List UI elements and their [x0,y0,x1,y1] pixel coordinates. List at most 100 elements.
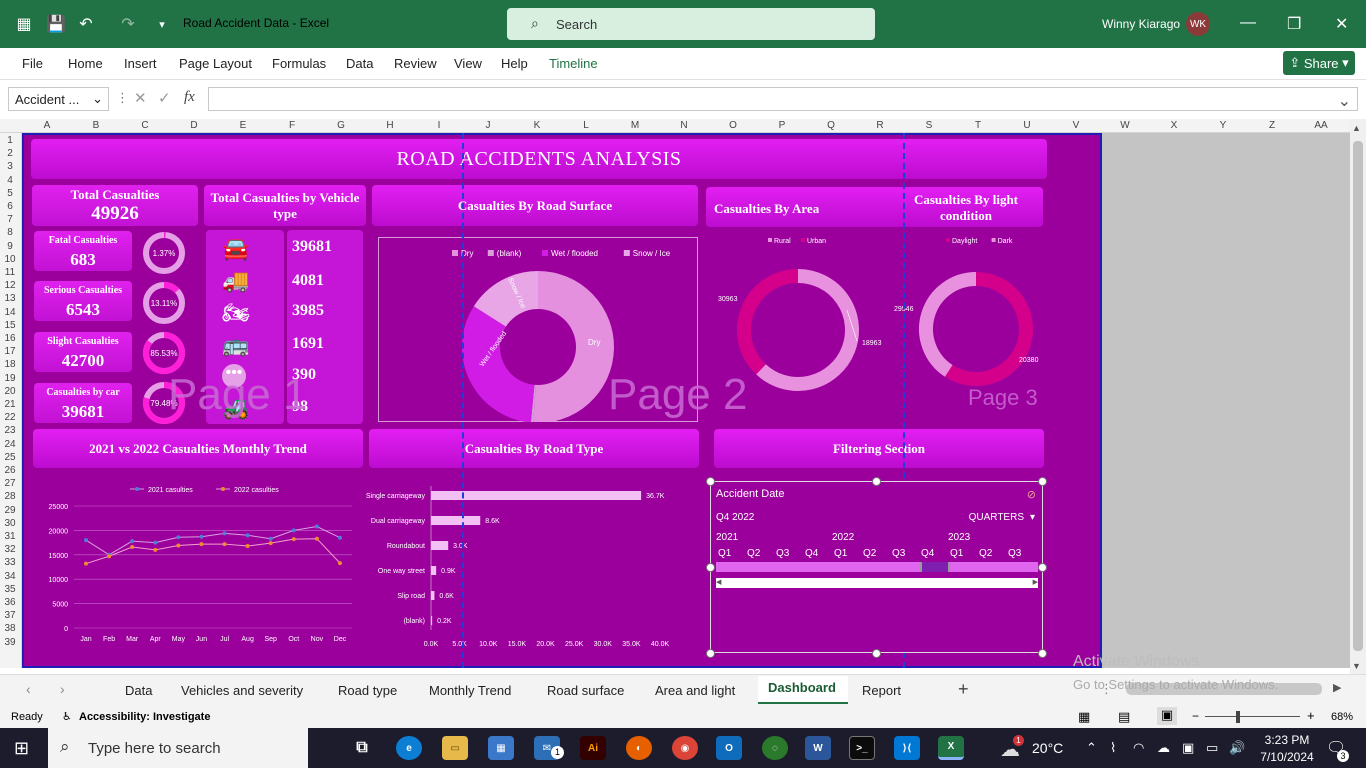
tab-timeline[interactable]: Timeline [549,56,598,71]
tab-home[interactable]: Home [68,56,103,71]
row-header[interactable]: 12 [0,280,20,291]
tab-file[interactable]: File [22,56,43,71]
resize-handle[interactable] [706,649,715,658]
column-header[interactable]: C [141,120,148,131]
tab-data[interactable]: Data [346,56,373,71]
sheet-tab-monthly[interactable]: Monthly Trend [429,683,511,698]
row-header[interactable]: 15 [0,320,20,331]
slicer-quarter-label[interactable]: Q1 [950,548,963,559]
tab-formulas[interactable]: Formulas [272,56,326,71]
column-header[interactable]: D [190,120,197,131]
sheet-tab-report[interactable]: Report [862,683,901,698]
clock-date[interactable]: 7/10/2024 [1256,750,1318,764]
row-header[interactable]: 32 [0,544,20,555]
zoom-out-icon[interactable]: − [1192,709,1199,723]
redo-icon[interactable]: ↷ [116,12,140,36]
weather-temp[interactable]: 20°C [1032,740,1063,756]
column-header[interactable]: G [337,120,345,131]
row-header[interactable]: 37 [0,610,20,621]
row-header[interactable]: 6 [0,201,20,212]
row-header[interactable]: 8 [0,227,20,238]
scroll-left-icon[interactable]: ◀ [716,578,721,586]
restore-icon[interactable]: ❐ [1287,14,1301,34]
battery-icon[interactable]: ▭ [1206,740,1218,756]
column-header[interactable]: K [534,120,541,131]
slicer-quarter-label[interactable]: Q3 [1008,548,1021,559]
search-box[interactable]: ⌕ Search [507,8,875,40]
slicer-selected-period[interactable] [920,562,950,572]
slicer-scrollbar[interactable]: ◀ ▶ [716,578,1038,588]
slicer-timeline-bar[interactable] [716,562,1038,572]
row-header[interactable]: 23 [0,425,20,436]
expand-icon[interactable]: ⌄ [1338,91,1351,111]
slicer-quarter-label[interactable]: Q2 [747,548,760,559]
chrome-icon[interactable]: ◉ [672,736,698,760]
accessibility-status[interactable]: Accessibility: Investigate [79,711,210,723]
file-explorer-icon[interactable]: ▭ [442,736,468,760]
row-header[interactable]: 38 [0,623,20,634]
minimize-icon[interactable]: — [1240,14,1256,32]
row-header[interactable]: 30 [0,518,20,529]
tab-view[interactable]: View [454,56,482,71]
tray-chevron-icon[interactable]: ⌃ [1086,740,1097,756]
share-button[interactable]: ⇪ Share ▾ [1283,51,1355,75]
formula-input[interactable]: ⌄ [208,87,1358,111]
column-header[interactable]: Z [1269,120,1275,131]
row-header[interactable]: 24 [0,439,20,450]
row-header[interactable]: 4 [0,175,20,186]
row-header[interactable]: 11 [0,267,20,278]
zoom-slider-thumb[interactable] [1236,711,1240,723]
sheet-tab-dashboard[interactable]: Dashboard [768,680,836,695]
row-header[interactable]: 28 [0,491,20,502]
zoom-in-icon[interactable]: + [1307,708,1315,723]
zoom-slider[interactable] [1205,716,1300,717]
avatar[interactable]: WK [1186,12,1210,36]
name-box[interactable]: Accident ... ⌄ [8,87,109,111]
zoom-level[interactable]: 68% [1331,711,1353,723]
row-header[interactable]: 5 [0,188,20,199]
windows-start-icon[interactable]: ⊞ [14,738,29,759]
scroll-right-icon[interactable]: ▶ [1333,681,1341,694]
enter-icon[interactable]: ✓ [158,89,171,107]
row-header[interactable]: 33 [0,557,20,568]
column-header[interactable]: O [729,120,737,131]
clock-time[interactable]: 3:23 PM [1256,733,1318,747]
prev-sheet-icon[interactable]: ‹ [26,681,31,697]
cloud-icon[interactable]: ☁ [1157,740,1170,756]
insert-function-icon[interactable]: fx [184,89,195,106]
column-header[interactable]: V [1073,120,1080,131]
sheet-tab-vehicles[interactable]: Vehicles and severity [181,683,303,698]
terminal-icon[interactable]: >_ [849,736,875,760]
row-header[interactable]: 17 [0,346,20,357]
next-sheet-icon[interactable]: › [60,681,65,697]
row-header[interactable]: 2 [0,148,20,159]
column-header[interactable]: U [1023,120,1030,131]
column-header[interactable]: R [876,120,883,131]
resize-handle[interactable] [1038,477,1047,486]
row-header[interactable]: 9 [0,241,20,252]
accessibility-icon[interactable]: ♿ [62,710,72,723]
column-header[interactable]: Y [1220,120,1227,131]
column-header[interactable]: N [680,120,687,131]
close-icon[interactable]: ✕ [1335,14,1348,34]
column-header[interactable]: Q [827,120,835,131]
sheet-tab-area-light[interactable]: Area and light [655,683,735,698]
undo-icon[interactable]: ↶ [74,12,98,36]
excel-taskbar-icon[interactable]: X [938,736,964,760]
column-header[interactable]: B [93,120,100,131]
column-header[interactable]: A [44,120,51,131]
scroll-right-icon[interactable]: ▶ [1033,578,1038,586]
outlook-icon[interactable]: O [716,736,742,760]
firefox-icon[interactable]: ◐ [626,736,652,760]
display-icon[interactable]: ▣ [1182,740,1194,756]
row-header[interactable]: 20 [0,386,20,397]
slicer-quarter-label[interactable]: Q4 [805,548,818,559]
column-header[interactable]: W [1120,120,1129,131]
resize-handle[interactable] [872,649,881,658]
slicer-quarter-label[interactable]: Q1 [834,548,847,559]
column-header[interactable]: AA [1314,120,1327,131]
resize-handle[interactable] [1038,649,1047,658]
store-icon[interactable]: ▦ [488,736,514,760]
column-header[interactable]: L [583,120,589,131]
clear-filter-icon[interactable]: ⊘ [1027,488,1036,501]
